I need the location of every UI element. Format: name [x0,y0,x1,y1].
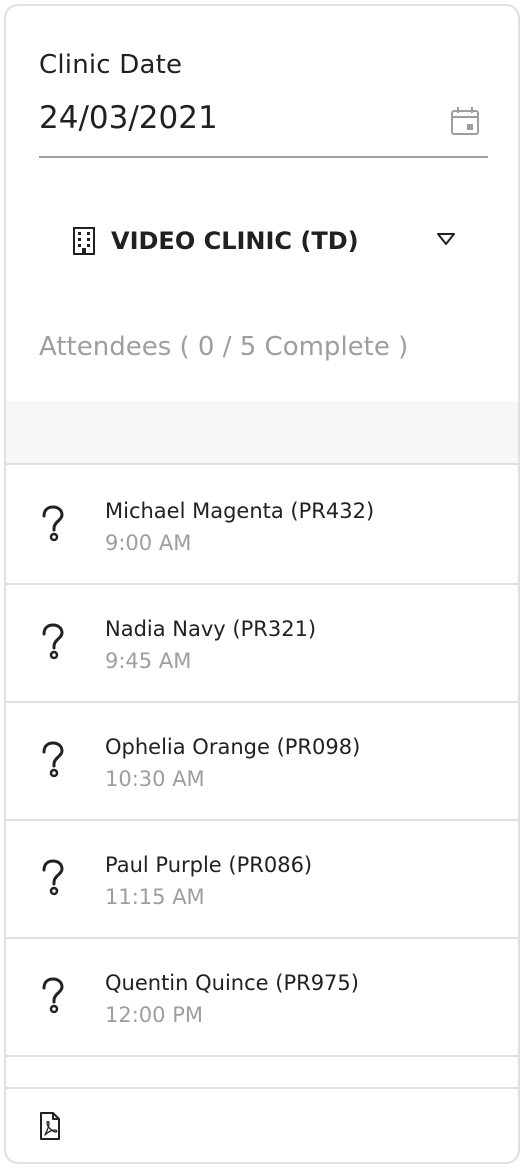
list-item[interactable]: Ophelia Orange (PR098) 10:30 AM [6,703,518,821]
help-icon [42,505,64,542]
calendar-icon[interactable] [450,106,480,136]
clinic-select-value[interactable]: VIDEO CLINIC (TD) [111,227,359,255]
list-item[interactable]: Paul Purple (PR086) 11:15 AM [6,821,518,939]
attendee-list: Michael Magenta (PR432) 9:00 AM Nadia Na… [6,467,518,1057]
clinic-select[interactable]: VIDEO CLINIC (TD) [66,218,466,266]
help-icon [42,977,64,1014]
attendee-name: Quentin Quince (PR975) [105,971,359,995]
help-icon [42,859,64,896]
clinic-date-value[interactable]: 24/03/2021 [39,100,218,136]
attendee-name: Ophelia Orange (PR098) [105,735,361,759]
attendee-name: Nadia Navy (PR321) [105,617,317,641]
clinic-date-label: Clinic Date [39,50,183,80]
help-icon [42,623,64,660]
attendee-time: 9:00 AM [105,531,192,555]
clinic-date-field[interactable]: 24/03/2021 [39,96,488,158]
panel-footer [6,1087,518,1162]
list-item[interactable]: Michael Magenta (PR432) 9:00 AM [6,467,518,585]
attendee-time: 9:45 AM [105,649,192,673]
list-item[interactable]: Nadia Navy (PR321) 9:45 AM [6,585,518,703]
attendee-time: 10:30 AM [105,767,205,791]
attendees-summary: Attendees ( 0 / 5 Complete ) [39,332,409,362]
attendee-time: 12:00 PM [105,1003,203,1027]
pdf-icon[interactable] [39,1111,61,1141]
help-icon [42,741,64,778]
attendee-time: 11:15 AM [105,885,205,909]
list-item[interactable]: Quentin Quince (PR975) 12:00 PM [6,939,518,1057]
clinic-panel: Clinic Date 24/03/2021 VIDEO CLINIC (TD)… [4,4,520,1164]
building-icon [73,227,95,255]
chevron-down-icon[interactable] [436,232,456,246]
attendee-name: Michael Magenta (PR432) [105,499,375,523]
attendee-name: Paul Purple (PR086) [105,853,313,877]
list-header-band [6,401,518,465]
